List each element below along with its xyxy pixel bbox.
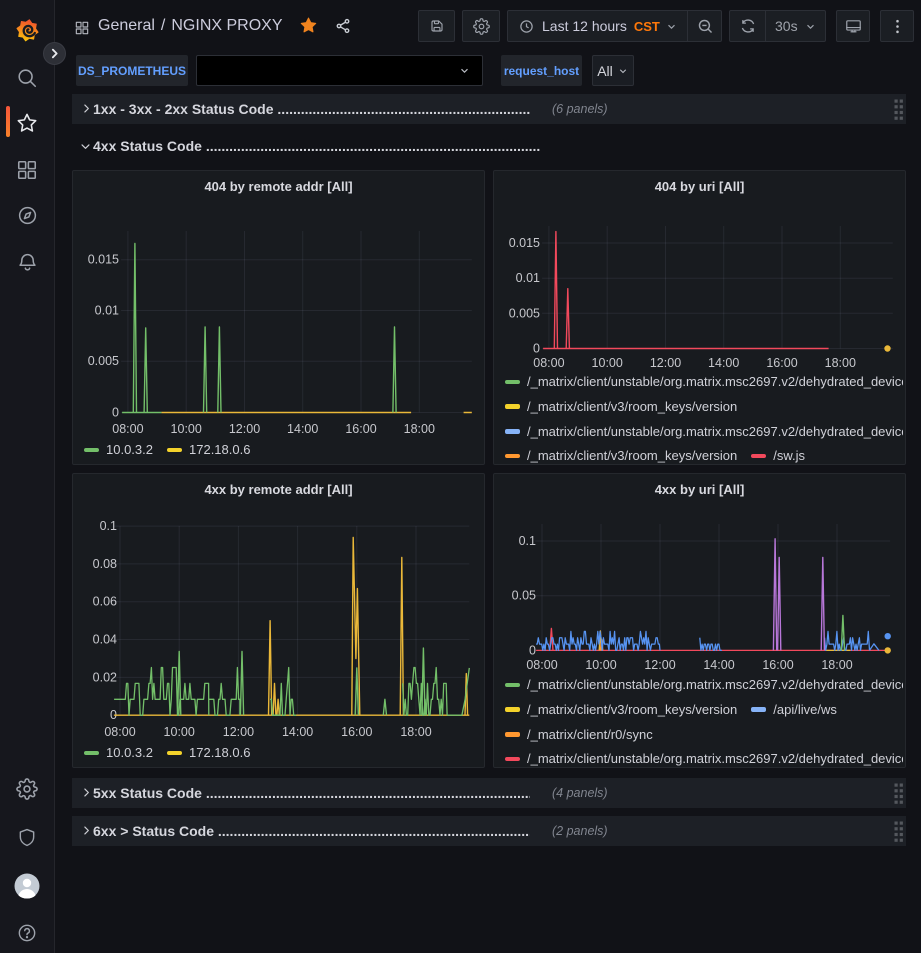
svg-text:16:00: 16:00: [341, 725, 372, 739]
svg-text:0.015: 0.015: [509, 236, 540, 250]
svg-text:0: 0: [529, 643, 536, 657]
svg-text:08:00: 08:00: [526, 658, 557, 672]
svg-text:12:00: 12:00: [644, 658, 675, 672]
svg-text:0.1: 0.1: [519, 534, 536, 548]
svg-text:08:00: 08:00: [533, 356, 564, 370]
svg-text:12:00: 12:00: [223, 725, 254, 739]
svg-text:0.08: 0.08: [93, 557, 117, 571]
svg-text:14:00: 14:00: [708, 356, 739, 370]
svg-text:0.05: 0.05: [512, 589, 536, 603]
svg-text:08:00: 08:00: [104, 725, 135, 739]
svg-text:10:00: 10:00: [592, 356, 623, 370]
svg-text:12:00: 12:00: [650, 356, 681, 370]
svg-text:10:00: 10:00: [164, 725, 195, 739]
svg-text:0: 0: [112, 406, 119, 420]
svg-text:0.01: 0.01: [516, 271, 540, 285]
svg-text:08:00: 08:00: [112, 422, 143, 436]
svg-text:0.1: 0.1: [100, 519, 117, 533]
svg-text:0.06: 0.06: [93, 595, 117, 609]
svg-text:18:00: 18:00: [404, 422, 435, 436]
svg-text:16:00: 16:00: [345, 422, 376, 436]
svg-text:0.005: 0.005: [509, 306, 540, 320]
svg-text:0: 0: [533, 342, 540, 356]
svg-text:0.02: 0.02: [93, 670, 117, 684]
svg-text:16:00: 16:00: [762, 658, 793, 672]
svg-text:16:00: 16:00: [766, 356, 797, 370]
svg-text:0.015: 0.015: [88, 253, 119, 267]
svg-text:10:00: 10:00: [585, 658, 616, 672]
svg-text:18:00: 18:00: [821, 658, 852, 672]
svg-text:0.04: 0.04: [93, 633, 117, 647]
svg-text:14:00: 14:00: [282, 725, 313, 739]
svg-text:0.01: 0.01: [95, 304, 119, 318]
svg-text:0.005: 0.005: [88, 354, 119, 368]
svg-text:18:00: 18:00: [400, 725, 431, 739]
svg-text:14:00: 14:00: [287, 422, 318, 436]
svg-text:18:00: 18:00: [825, 356, 856, 370]
svg-text:12:00: 12:00: [229, 422, 260, 436]
svg-text:10:00: 10:00: [171, 422, 202, 436]
svg-text:14:00: 14:00: [703, 658, 734, 672]
